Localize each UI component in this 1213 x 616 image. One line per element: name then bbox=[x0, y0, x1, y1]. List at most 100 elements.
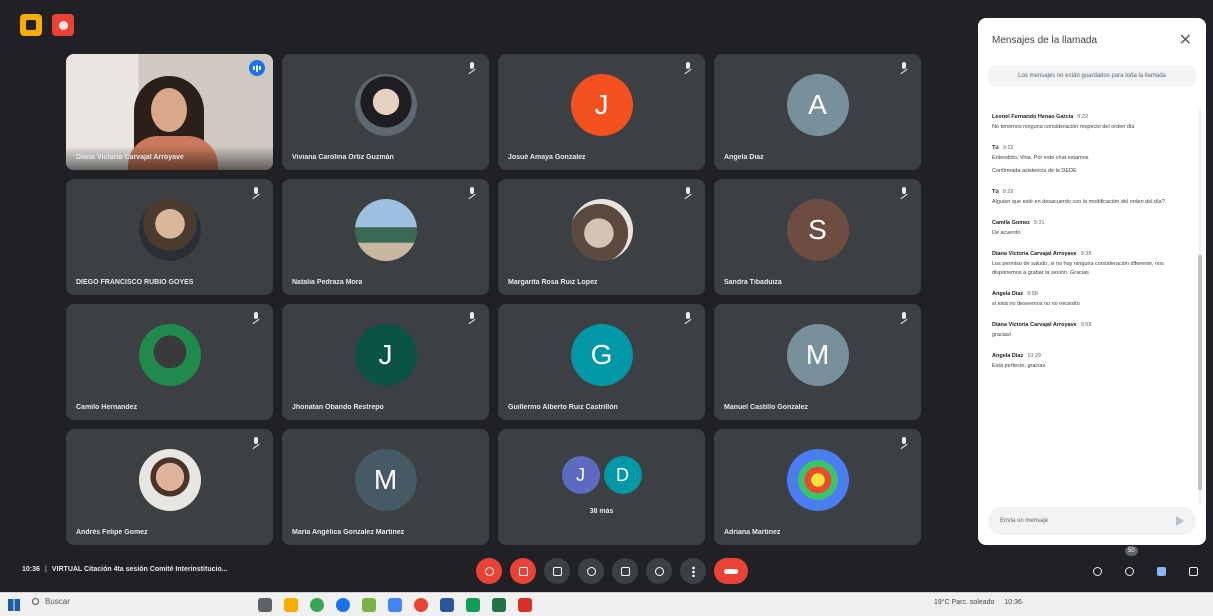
activities-button[interactable] bbox=[1184, 562, 1202, 580]
camera-icon bbox=[518, 566, 528, 576]
participant-tile[interactable]: DIEGO FRANCISCO RUBIO GOYES bbox=[66, 179, 273, 295]
leave-call-button[interactable] bbox=[714, 558, 748, 584]
app-icon[interactable] bbox=[518, 598, 532, 612]
mic-toggle-button[interactable] bbox=[476, 558, 502, 584]
chat-message: Diana Victoria Carvajal Arroyave 9:38 Los… bbox=[992, 251, 1180, 278]
chat-input-placeholder: Envía un mensaje bbox=[1000, 518, 1049, 524]
avatar-photo bbox=[138, 199, 201, 262]
people-count-badge: 50 bbox=[1125, 546, 1138, 556]
participant-tile[interactable]: M María Angélica Gonzalez Martinez bbox=[282, 429, 489, 545]
close-icon[interactable]: ✕ bbox=[1179, 30, 1192, 50]
chat-message: Camila Gomez 9:31 De acuerdo bbox=[992, 220, 1180, 238]
participant-name: Natalia Pedraza Mora bbox=[292, 279, 363, 286]
mic-off-icon bbox=[683, 312, 693, 324]
weather-text[interactable]: 19°C Parc. soleado bbox=[934, 599, 994, 606]
chat-header: Mensajes de la llamada ✕ bbox=[978, 18, 1206, 62]
chat-scrollbar[interactable] bbox=[1198, 110, 1202, 505]
avatar-letter: A bbox=[786, 74, 849, 137]
more-participants-tile[interactable]: J D 38 más bbox=[498, 429, 705, 545]
message-time: 10:29 bbox=[1027, 353, 1041, 359]
avatar-letter: S bbox=[786, 199, 849, 262]
participant-tile[interactable]: Natalia Pedraza Mora bbox=[282, 179, 489, 295]
avatar-photo bbox=[786, 449, 849, 512]
live-icon[interactable] bbox=[52, 14, 74, 36]
participant-tile[interactable]: M Manuel Castillo Gonzalez bbox=[714, 304, 921, 420]
taskbar-search-placeholder: Buscar bbox=[45, 597, 70, 606]
participant-tile[interactable]: J Josué Amaya Gonzalez bbox=[498, 54, 705, 170]
chat-input[interactable]: Envía un mensaje bbox=[988, 507, 1196, 535]
app-icon[interactable] bbox=[466, 598, 480, 612]
participant-tile[interactable]: Adriana Martinez bbox=[714, 429, 921, 545]
participant-tile[interactable]: G Guillermo Alberto Ruiz Castrillón bbox=[498, 304, 705, 420]
avatar-group: J D bbox=[561, 456, 642, 495]
chat-message: Tú 9:29 Alguien que esté en desacuerdo co… bbox=[992, 189, 1180, 207]
participant-tile[interactable]: S Sandra Tibaduiza bbox=[714, 179, 921, 295]
message-sender: Camila Gomez bbox=[992, 220, 1030, 226]
info-icon bbox=[1092, 566, 1102, 576]
message-sender: Diana Victoria Carvajal Arroyave bbox=[992, 322, 1077, 328]
avatar-letter: J bbox=[354, 324, 417, 387]
people-button[interactable]: 50 bbox=[1120, 546, 1138, 580]
recording-icon[interactable] bbox=[20, 14, 42, 36]
hand-icon bbox=[654, 566, 664, 576]
edge-icon[interactable] bbox=[336, 598, 350, 612]
chat-button[interactable] bbox=[1152, 562, 1170, 580]
participant-tile[interactable]: Camilo Hernandez bbox=[66, 304, 273, 420]
participant-tile[interactable]: Diana Victoria Carvajal Arroyave bbox=[66, 54, 273, 170]
raise-hand-button[interactable] bbox=[646, 558, 672, 584]
file-explorer-icon[interactable] bbox=[284, 598, 298, 612]
more-options-button[interactable] bbox=[680, 558, 706, 584]
tray-clock[interactable]: 10:36 bbox=[1004, 599, 1022, 606]
mic-icon bbox=[484, 566, 494, 576]
task-view-icon[interactable] bbox=[258, 598, 272, 612]
excel-icon[interactable] bbox=[492, 598, 506, 612]
avatar-letter: J bbox=[561, 456, 600, 495]
avatar-letter: M bbox=[354, 449, 417, 512]
mic-off-icon bbox=[467, 312, 477, 324]
more-participants-label: 38 más bbox=[589, 508, 614, 515]
windows-start-icon[interactable] bbox=[8, 599, 20, 611]
message-time: 9:29 bbox=[1002, 189, 1014, 195]
message-sender: Leonel Fernando Henao Garcia bbox=[992, 114, 1074, 120]
taskbar-search[interactable]: Buscar bbox=[32, 597, 70, 606]
participant-name: Camilo Hernandez bbox=[76, 404, 138, 411]
send-icon[interactable] bbox=[1176, 516, 1184, 526]
system-tray: 19°C Parc. soleado 10:36 bbox=[934, 599, 1022, 606]
side-controls: 50 bbox=[1088, 546, 1202, 580]
mic-off-icon bbox=[683, 62, 693, 74]
participant-tile[interactable]: J Jhonatan Obando Restrepo bbox=[282, 304, 489, 420]
participant-name: Angela Diaz bbox=[724, 154, 764, 161]
top-left-icons bbox=[20, 14, 74, 36]
mic-off-icon bbox=[899, 312, 909, 324]
meeting-title: VIRTUAL Citación 4ta sesión Comité Inter… bbox=[51, 566, 228, 573]
participant-name: Diana Victoria Carvajal Arroyave bbox=[76, 154, 184, 161]
present-button[interactable] bbox=[612, 558, 638, 584]
word-icon[interactable] bbox=[440, 598, 454, 612]
avatar-photo bbox=[138, 324, 201, 387]
chat-message: Diana Victoria Carvajal Arroyave 9:59 gra… bbox=[992, 322, 1180, 340]
chat-message: Angela Diaz 10:29 Está perfecto, gracias bbox=[992, 353, 1180, 371]
message-text: Entendido, Vina. Por este chat estamos bbox=[992, 155, 1089, 161]
app-icon[interactable] bbox=[388, 598, 402, 612]
participant-tile[interactable]: Andrés Felipe Gomez bbox=[66, 429, 273, 545]
message-time: 9:22 bbox=[1077, 114, 1089, 120]
participant-tile[interactable]: Margarita Rosa Ruiz Lopez bbox=[498, 179, 705, 295]
participant-name: Viviana Carolina Ortiz Guzmán bbox=[292, 154, 394, 161]
chrome-icon[interactable] bbox=[310, 598, 324, 612]
camera-toggle-button[interactable] bbox=[510, 558, 536, 584]
call-controls bbox=[476, 558, 748, 584]
message-time: 9:59 bbox=[1080, 322, 1092, 328]
emoji-button[interactable] bbox=[578, 558, 604, 584]
chat-messages: Leonel Fernando Henao Garcia 9:22 No tene… bbox=[978, 114, 1194, 514]
message-text: si está no deseemos no no necesito bbox=[992, 301, 1080, 307]
people-icon bbox=[1124, 566, 1134, 576]
participant-name: DIEGO FRANCISCO RUBIO GOYES bbox=[76, 279, 194, 286]
app-icon[interactable] bbox=[362, 598, 376, 612]
participant-tile[interactable]: Viviana Carolina Ortiz Guzmán bbox=[282, 54, 489, 170]
captions-button[interactable] bbox=[544, 558, 570, 584]
participant-name: Josué Amaya Gonzalez bbox=[508, 154, 586, 161]
meeting-details-button[interactable] bbox=[1088, 562, 1106, 580]
participant-tile[interactable]: A Angela Diaz bbox=[714, 54, 921, 170]
app-icon[interactable] bbox=[414, 598, 428, 612]
present-icon bbox=[620, 566, 630, 576]
